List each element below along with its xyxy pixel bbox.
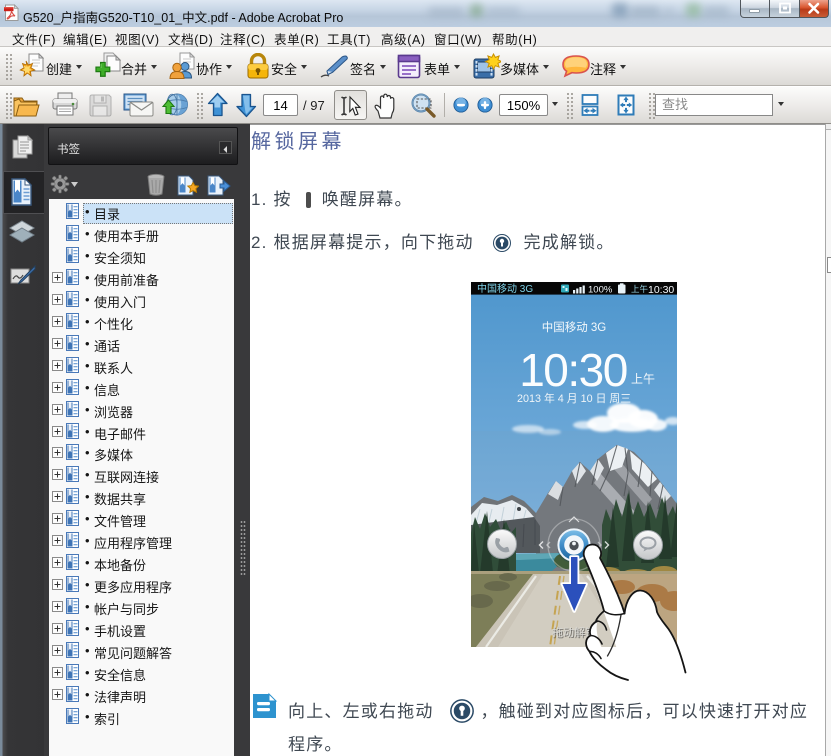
svg-text:100%: 100% xyxy=(588,285,613,296)
svg-text:2013 年 4 月 10 日 周三: 2013 年 4 月 10 日 周三 xyxy=(517,391,631,405)
svg-text:10:30: 10:30 xyxy=(648,284,674,296)
svg-text:10:30: 10:30 xyxy=(519,344,627,396)
svg-text:中国移动 3G: 中国移动 3G xyxy=(542,321,607,334)
svg-text:上午: 上午 xyxy=(631,284,649,294)
svg-text:上午: 上午 xyxy=(631,372,655,386)
svg-text:中国移动 3G: 中国移动 3G xyxy=(477,282,533,295)
